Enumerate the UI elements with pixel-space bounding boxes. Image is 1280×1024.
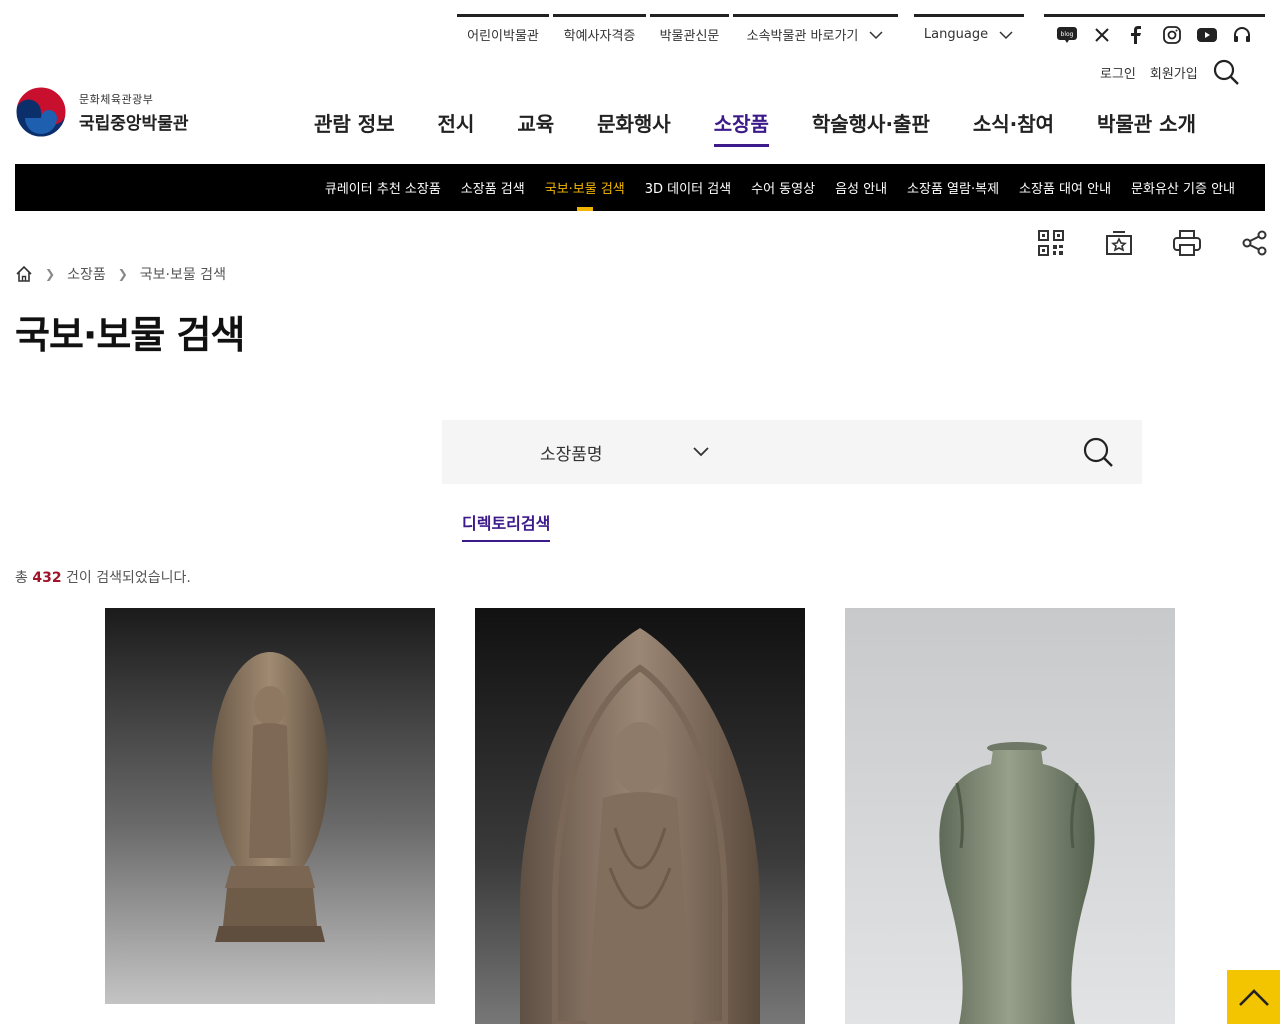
instagram-icon[interactable]	[1160, 25, 1184, 45]
print-icon[interactable]	[1172, 228, 1202, 258]
search-box: 소장품명	[442, 420, 1142, 484]
result-count: 총 432 건이 검색되었습니다.	[15, 570, 191, 586]
breadcrumb-current: 국보·보물 검색	[139, 267, 226, 283]
chevron-down-icon	[693, 447, 709, 457]
member-links: 로그인 회원가입	[1100, 58, 1240, 86]
page-tools	[1036, 228, 1270, 258]
result-count-number: 432	[32, 570, 62, 586]
result-card[interactable]	[475, 608, 805, 1024]
search-icon	[1083, 437, 1113, 467]
share-icon[interactable]	[1240, 228, 1270, 258]
gnb-education[interactable]: 교육	[503, 104, 568, 143]
sub-navigation: 큐레이터 추천 소장품 소장품 검색 국보·보물 검색 3D 데이터 검색 수어…	[15, 164, 1265, 211]
search-button[interactable]	[1068, 422, 1128, 482]
gnb-exhibition[interactable]: 전시	[424, 104, 489, 143]
subnav-collection-loan[interactable]: 소장품 대여 안내	[1009, 164, 1121, 211]
search-input[interactable]	[732, 432, 1068, 472]
gnb-visit-info[interactable]: 관람 정보	[300, 104, 409, 143]
chevron-down-icon	[999, 30, 1013, 39]
utility-bar: 어린이박물관 학예사자격증 박물관신문 소속박물관 바로가기 Language …	[0, 14, 1280, 54]
page-title: 국보·보물 검색	[15, 313, 245, 357]
blog-icon[interactable]: blog	[1055, 25, 1079, 45]
subnav-sign-language-video[interactable]: 수어 동영상	[741, 164, 825, 211]
search-field-select[interactable]: 소장품명	[442, 440, 732, 465]
taegeuk-emblem-icon	[15, 86, 67, 138]
login-link[interactable]: 로그인	[1100, 63, 1136, 82]
sns-links: blog	[1044, 14, 1265, 52]
artifact-image	[105, 608, 435, 1004]
util-affiliated-museums[interactable]: 소속박물관 바로가기	[733, 14, 898, 52]
breadcrumb-collection[interactable]: 소장품	[67, 264, 106, 284]
language-select[interactable]: Language	[914, 14, 1024, 52]
chevron-right-icon: ❯	[117, 267, 128, 281]
subnav-national-treasure-search[interactable]: 국보·보물 검색	[535, 164, 635, 211]
join-link[interactable]: 회원가입	[1150, 63, 1198, 82]
x-icon[interactable]	[1090, 25, 1114, 45]
museum-name: 국립중앙박물관	[79, 113, 189, 134]
ministry-name: 문화체육관광부	[79, 92, 154, 106]
headset-icon[interactable]	[1230, 25, 1254, 45]
gnb-about-museum[interactable]: 박물관 소개	[1083, 104, 1210, 143]
chevron-down-icon	[869, 30, 883, 39]
chevron-up-icon	[1238, 989, 1269, 1006]
subnav-audio-guide[interactable]: 음성 안내	[825, 164, 897, 211]
gnb-collection[interactable]: 소장품	[700, 104, 783, 147]
directory-search-tab[interactable]: 디렉토리검색	[462, 510, 551, 542]
scroll-to-top-button[interactable]	[1227, 970, 1280, 1024]
util-link-newspaper[interactable]: 박물관신문	[650, 14, 729, 52]
subnav-curator-picks[interactable]: 큐레이터 추천 소장품	[315, 164, 451, 211]
subnav-heritage-donation[interactable]: 문화유산 기증 안내	[1121, 164, 1245, 211]
main-navigation: 관람 정보 전시 교육 문화행사 소장품 학술행사·출판 소식·참여 박물관 소…	[300, 104, 1210, 147]
result-card[interactable]	[105, 608, 435, 1004]
bookmark-icon[interactable]	[1104, 228, 1134, 258]
gnb-culture-events[interactable]: 문화행사	[583, 104, 685, 143]
facebook-icon[interactable]	[1125, 25, 1149, 45]
subnav-collection-viewing[interactable]: 소장품 열람·복제	[897, 164, 1009, 211]
youtube-icon[interactable]	[1195, 25, 1219, 45]
qr-code-icon[interactable]	[1036, 228, 1066, 258]
gnb-academic-publication[interactable]: 학술행사·출판	[798, 104, 944, 143]
home-icon[interactable]	[15, 265, 33, 283]
breadcrumb: ❯ 소장품 ❯ 국보·보물 검색	[15, 264, 226, 284]
chevron-right-icon: ❯	[45, 267, 56, 281]
util-link-kids[interactable]: 어린이박물관	[457, 14, 549, 52]
search-icon[interactable]	[1212, 58, 1240, 86]
subnav-collection-search[interactable]: 소장품 검색	[451, 164, 535, 211]
subnav-3d-data-search[interactable]: 3D 데이터 검색	[635, 164, 741, 211]
svg-text:blog: blog	[1061, 31, 1074, 38]
result-card[interactable]	[845, 608, 1175, 1024]
gnb-news-participation[interactable]: 소식·참여	[959, 104, 1068, 143]
site-logo[interactable]: 문화체육관광부 국립중앙박물관	[15, 86, 188, 138]
artifact-image	[475, 608, 805, 1024]
artifact-image	[845, 608, 1175, 1024]
util-link-curator[interactable]: 학예사자격증	[553, 14, 646, 52]
